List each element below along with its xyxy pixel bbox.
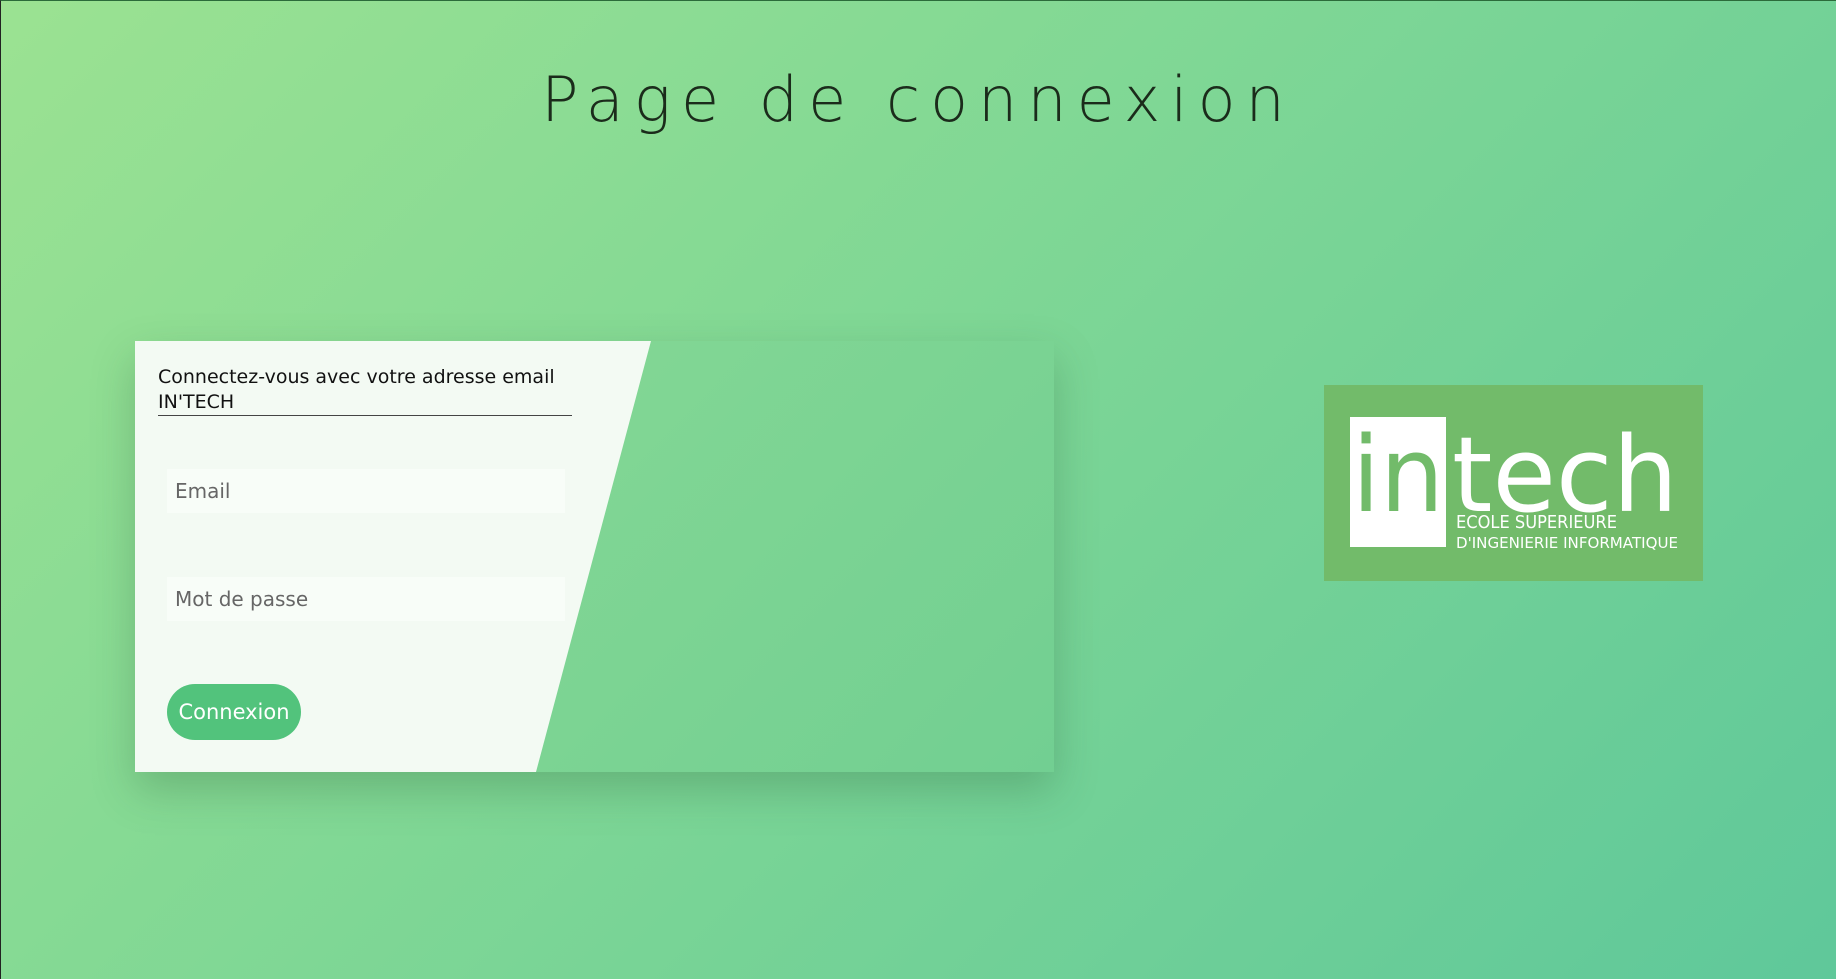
login-heading-line-2: IN'TECH (158, 391, 235, 413)
intech-logo: in tech ECOLE SUPERIEURE D'INGENIERIE IN… (1324, 385, 1703, 581)
logo-tagline-line-1: ECOLE SUPERIEURE (1456, 512, 1617, 533)
login-card: Connectez-vous avec votre adresse email … (135, 341, 1054, 772)
login-heading: Connectez-vous avec votre adresse email … (158, 365, 572, 416)
logo-tagline-line-2: D'INGENIERIE INFORMATIQUE (1456, 534, 1678, 552)
login-button[interactable]: Connexion (167, 684, 301, 740)
page-title: Page de connexion (541, 63, 1295, 136)
login-heading-line-1: Connectez-vous avec votre adresse email (158, 366, 555, 388)
password-field[interactable] (167, 577, 565, 621)
email-field[interactable] (167, 469, 565, 513)
logo-wordmark-in: in (1352, 414, 1444, 536)
